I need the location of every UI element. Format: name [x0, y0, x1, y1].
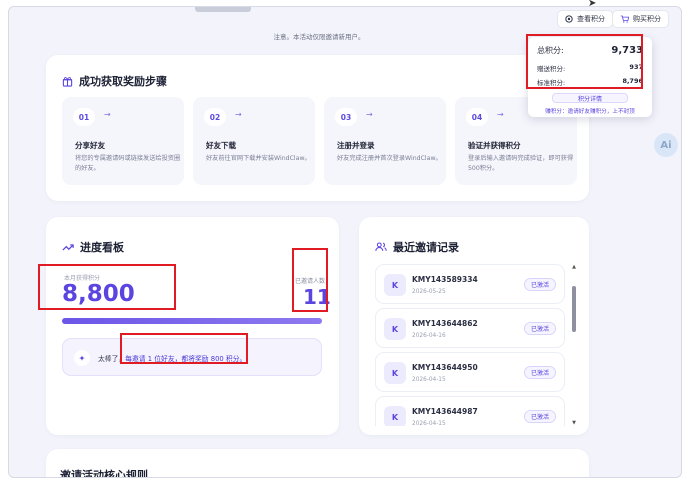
ai-assistant-button[interactable]: Ai [654, 133, 678, 157]
invite-code: KMY143589334 [412, 275, 478, 284]
step-description: 好友前往官网下载并安装WindClaw。 [206, 155, 311, 162]
earn-points-link[interactable]: 赚积分：邀请好友赚积分，上不封顶 [528, 107, 652, 115]
step-title: 好友下载 [206, 141, 236, 150]
avatar: K [384, 362, 406, 384]
highlight-box-total-points [38, 264, 176, 310]
step-title: 验证并获得积分 [468, 141, 521, 150]
invite-date: 2026-05-25 [412, 289, 446, 295]
highlight-box-points-summary [526, 34, 643, 89]
view-points-label: 查看积分 [577, 15, 605, 23]
recent-invites-card: 最近邀请记录 K KMY143589334 2026-05-25 已激活 K K… [359, 217, 589, 435]
users-icon [375, 242, 387, 252]
window-handle [195, 7, 251, 12]
points-icon [565, 15, 573, 23]
recent-invites-title-text: 最近邀请记录 [393, 241, 459, 254]
invite-code: KMY143644987 [412, 407, 478, 416]
progress-title: 进度看板 [62, 239, 124, 255]
invite-rules-title: 邀请活动核心规则 [60, 469, 148, 478]
step-title: 分享好友 [75, 141, 105, 150]
highlight-box-reward-message [120, 333, 248, 364]
sparkle-icon: ✦ [74, 350, 90, 366]
arrow-right-icon: → [235, 110, 242, 119]
step-title: 注册并登录 [337, 141, 375, 150]
buy-points-label: 购买积分 [633, 15, 661, 23]
step-card-3: 03 → 注册并登录 好友完成注册并首次登录WindClaw。 [324, 97, 446, 185]
reward-steps-card: 成功获取奖励步骤 01 → 分享好友 将您的专属邀请码或链接发送给投资圈的好友。… [46, 55, 589, 201]
step-description: 将您的专属邀请码或链接发送给投资圈的好友。 [75, 155, 181, 172]
status-badge: 已激活 [523, 322, 556, 335]
cart-icon [620, 15, 629, 23]
step-card-1: 01 → 分享好友 将您的专属邀请码或链接发送给投资圈的好友。 [62, 97, 184, 185]
arrow-right-icon: → [104, 110, 111, 119]
progress-bar-fill [62, 318, 322, 324]
invite-date: 2026-04-15 [412, 421, 446, 426]
points-details-button[interactable]: 积分详情 [552, 93, 628, 103]
recent-invites-title: 最近邀请记录 [375, 239, 459, 255]
buy-points-button[interactable]: 购买积分 [612, 10, 669, 28]
step-description: 好友完成注册并首次登录WindClaw。 [337, 155, 442, 162]
status-badge: 已激活 [523, 366, 556, 379]
scroll-up-icon[interactable]: ▲ [571, 264, 577, 270]
status-badge: 已激活 [523, 410, 556, 423]
invite-date: 2026-04-15 [412, 377, 446, 383]
invite-list-scrollbar[interactable]: ▲ ▼ [571, 264, 577, 426]
step-card-2: 02 → 好友下载 好友前往官网下载并安装WindClaw。 [193, 97, 315, 185]
invite-code: KMY143644950 [412, 363, 478, 372]
avatar: K [384, 274, 406, 296]
invite-code: KMY143644862 [412, 319, 478, 328]
progress-title-text: 进度看板 [80, 241, 124, 254]
avatar: K [384, 318, 406, 340]
reward-steps-title-text: 成功获取奖励步骤 [79, 75, 167, 88]
highlight-box-invited-count [292, 248, 328, 312]
reward-steps-title: 成功获取奖励步骤 [62, 73, 167, 89]
list-item: K KMY143644987 2026-04-15 已激活 [375, 396, 565, 426]
trending-up-icon [62, 243, 74, 252]
scrollbar-thumb[interactable] [572, 286, 576, 332]
invite-date: 2026-04-16 [412, 333, 446, 339]
avatar: K [384, 406, 406, 426]
step-number: 01 [73, 108, 95, 126]
list-item: K KMY143644950 2026-04-15 已激活 [375, 352, 565, 392]
arrow-right-icon: → [366, 110, 373, 119]
view-points-button[interactable]: 查看积分 [557, 10, 613, 28]
step-number: 02 [204, 108, 226, 126]
status-badge: 已激活 [523, 278, 556, 291]
step-number: 04 [466, 108, 488, 126]
arrow-right-icon: → [497, 110, 504, 119]
step-number: 03 [335, 108, 357, 126]
invite-rules-card: 邀请活动核心规则 [46, 449, 589, 478]
scroll-down-icon[interactable]: ▼ [571, 420, 577, 426]
step-description: 登录后输入邀请码完成验证，即可获得500积分。 [468, 155, 574, 172]
list-item: K KMY143644862 2026-04-16 已激活 [375, 308, 565, 348]
progress-bar [62, 318, 322, 324]
cursor-icon: ➤ [588, 0, 597, 9]
gift-icon [62, 76, 73, 87]
list-item: K KMY143589334 2026-05-25 已激活 [375, 264, 565, 304]
invite-record-list[interactable]: K KMY143589334 2026-05-25 已激活 K KMY14364… [375, 264, 567, 426]
